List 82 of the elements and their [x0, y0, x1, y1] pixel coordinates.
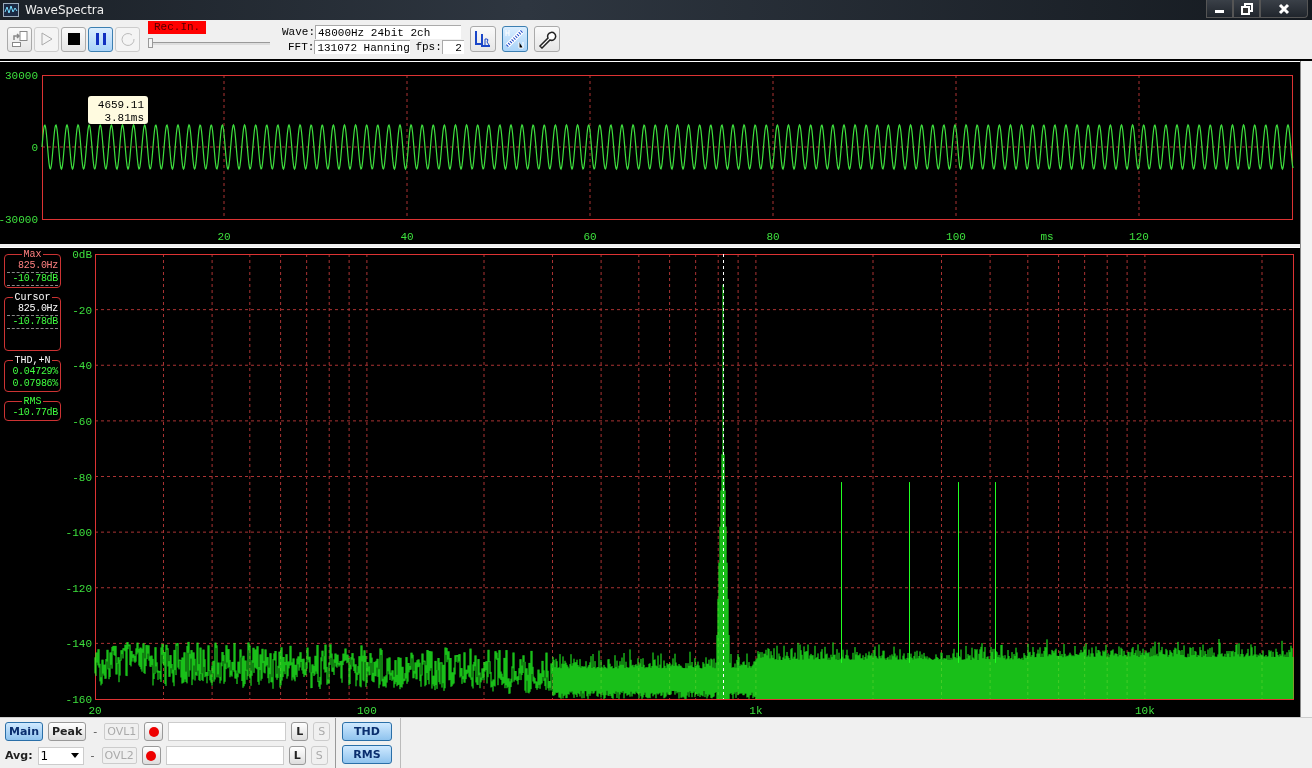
tooltip-time: 3.81ms [104, 111, 144, 124]
pause-button[interactable] [88, 26, 113, 52]
link-button[interactable]: L [291, 722, 309, 742]
fft-label: FFT: [288, 40, 315, 53]
axis-tick-label: 30000 [5, 69, 38, 82]
fps-field: 2 [441, 39, 464, 54]
overload-indicator: OVL1 [104, 723, 140, 741]
record-button[interactable] [141, 746, 161, 766]
separator-dash: - [93, 725, 98, 739]
avg-dropdown[interactable]: 1 [37, 746, 84, 765]
stop-button[interactable] [61, 26, 86, 52]
axis-tick-label: -40 [72, 360, 92, 373]
overload-indicator: OVL2 [101, 747, 137, 765]
tooltip-value: 4659.11 [97, 98, 144, 111]
axis-tick-label: 120 [1129, 230, 1149, 243]
axis-tick-label: 0 [31, 141, 38, 154]
toggle-button[interactable]: RMS [342, 744, 392, 764]
toggle-button[interactable]: THD [342, 721, 392, 741]
separator-dash: - [90, 749, 95, 763]
mode-tab[interactable]: Main [5, 722, 43, 742]
axis-tick-label: 20 [88, 704, 102, 717]
axis-tick-label: 0dB [72, 248, 92, 261]
minimize-button[interactable] [1206, 0, 1233, 18]
readout-field[interactable]: 825.0Hz [7, 259, 58, 273]
readout-value: 0.04729% [11, 365, 58, 378]
axis-tick-label: 10k [1135, 704, 1155, 717]
readout-title: THD,+N [13, 355, 52, 366]
axis-tick-label: -160 [65, 693, 92, 706]
axis-tick-label: -120 [65, 582, 92, 595]
readout-field[interactable]: -10.78dB [7, 272, 58, 286]
export-icon [10, 30, 29, 49]
readout-title: Cursor [13, 292, 52, 303]
axis-tick-label: 20 [217, 230, 231, 243]
readout-title: Max [22, 249, 43, 260]
axis-unit-label: ms [1040, 230, 1054, 243]
minimize-icon [1215, 10, 1224, 13]
text-field[interactable] [165, 746, 284, 766]
axis-tick-label: -80 [72, 471, 92, 484]
axis-tick-label: -140 [65, 638, 92, 651]
window-title: WaveSpectra [25, 2, 105, 17]
text-field[interactable] [168, 722, 287, 742]
export-button[interactable] [7, 26, 32, 52]
axis-tick-label: 80 [766, 230, 780, 243]
readout-title: RMS [22, 396, 43, 407]
axis-tick-label: 40 [400, 230, 414, 243]
wave-format-field: 48000Hz 24bit 2ch [315, 24, 461, 39]
record-button[interactable] [144, 722, 164, 742]
readout-value: 0.07986% [11, 377, 58, 390]
stop-icon [65, 31, 82, 48]
avg-label: Avg: [5, 749, 33, 763]
restore-button[interactable] [1233, 0, 1260, 18]
close-icon [1277, 2, 1291, 15]
close-button[interactable] [1260, 0, 1308, 18]
link-button[interactable]: L [288, 746, 306, 766]
readout-field[interactable]: -10.78dB [7, 315, 58, 329]
axis-tick-label: -100 [65, 527, 92, 540]
axis-tick-label: 1k [749, 704, 763, 717]
channel-button[interactable] [469, 26, 496, 53]
input-label: Rec.In. [148, 21, 207, 35]
wrench-icon [536, 29, 557, 50]
axis-tick-label: 100 [946, 230, 966, 243]
wave-label: Wave: [282, 25, 315, 38]
mode-tab[interactable]: Peak [48, 722, 87, 742]
axis-tick-label: 60 [583, 230, 597, 243]
loop-icon [119, 31, 136, 48]
readout-value: -10.77dB [11, 406, 58, 419]
axis-tick-label: -60 [72, 415, 92, 428]
fft-format-field: 131072 Hanning [314, 39, 411, 54]
channels-icon [472, 29, 493, 50]
input-level-slider[interactable] [148, 37, 270, 50]
units-button[interactable] [501, 26, 528, 53]
axis-tick-label: -20 [72, 304, 92, 317]
restore-icon [1239, 2, 1254, 15]
axis-tick-label: -30000 [0, 213, 38, 226]
axis-tick-label: 100 [357, 704, 377, 717]
fps-label: fps: [415, 40, 442, 53]
dropdown-arrow-icon [70, 753, 79, 759]
settings-button[interactable] [533, 26, 560, 53]
play-icon [38, 31, 55, 48]
readout-field[interactable]: 825.0Hz [7, 302, 58, 316]
app-icon [3, 2, 19, 17]
ruler-icon [503, 28, 526, 51]
